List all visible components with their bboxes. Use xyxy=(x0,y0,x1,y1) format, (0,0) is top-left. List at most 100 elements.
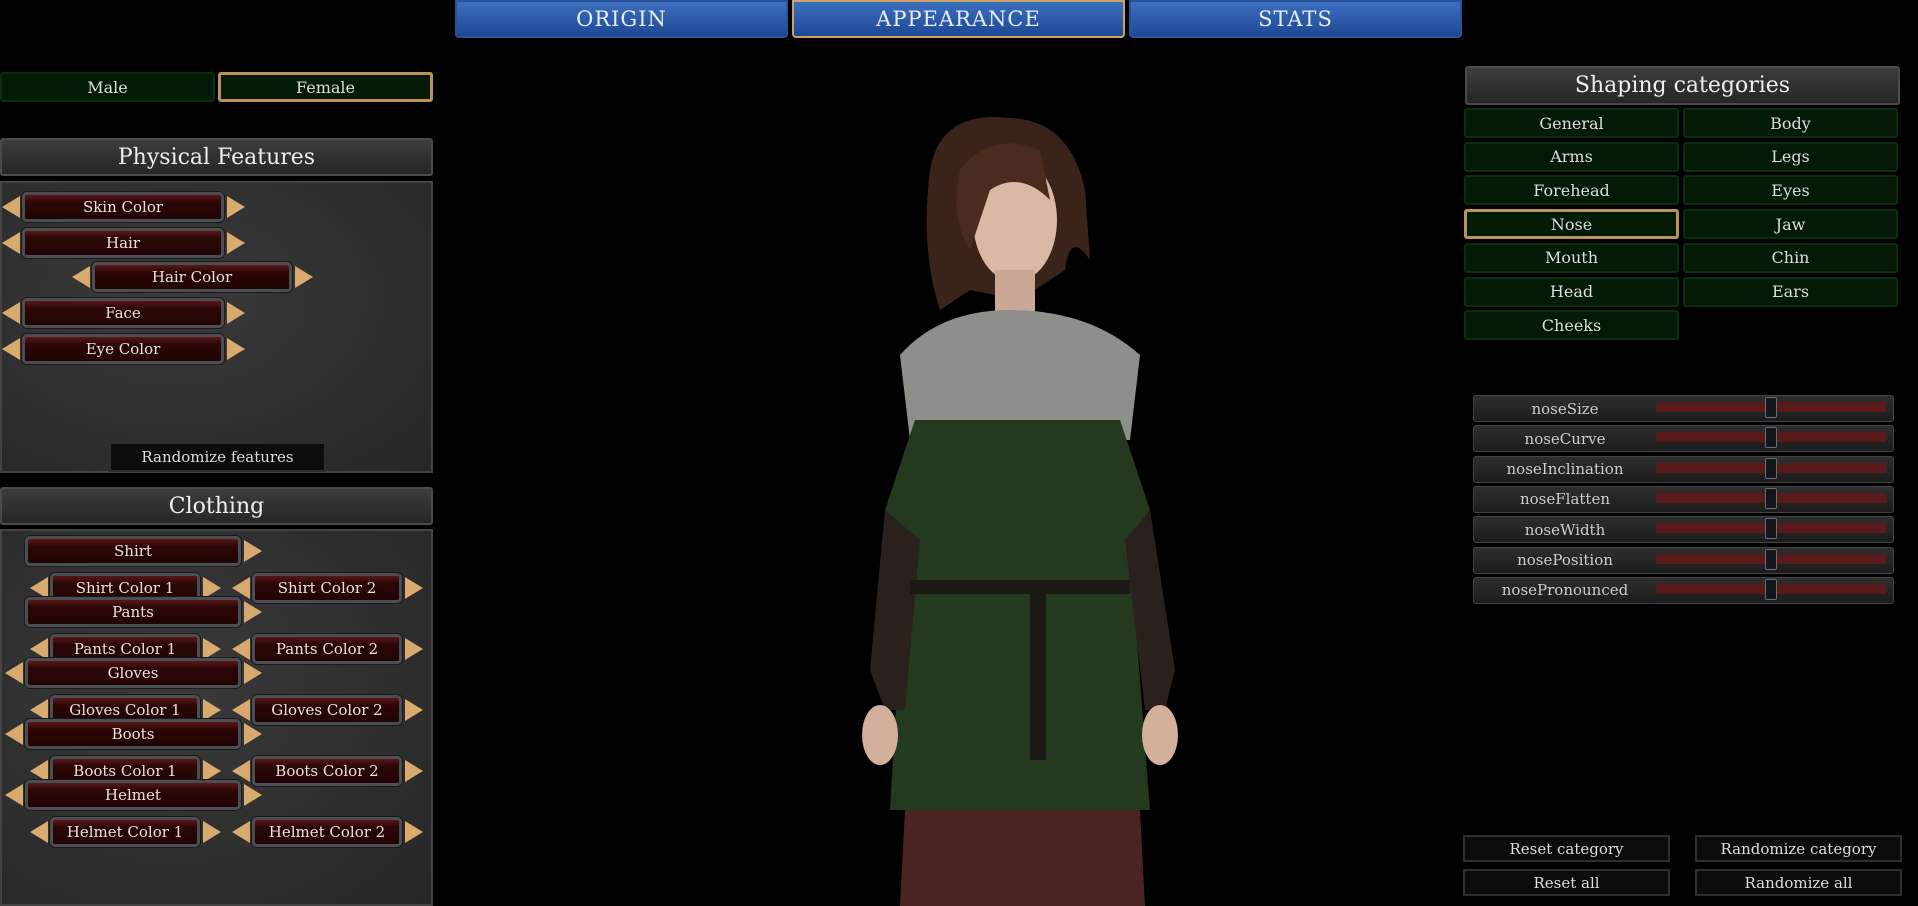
gloves-color-2-button[interactable]: Gloves Color 2 xyxy=(252,695,402,725)
pants-next-arrow-icon[interactable] xyxy=(244,601,262,623)
face-button[interactable]: Face xyxy=(22,298,224,328)
randomize-category-label: Randomize category xyxy=(1720,839,1877,858)
category-general[interactable]: General xyxy=(1464,108,1679,138)
slider-track[interactable] xyxy=(1656,578,1886,600)
slider-thumb[interactable] xyxy=(1765,548,1777,570)
pants-color-1-prev-arrow-icon[interactable] xyxy=(30,638,48,660)
shirt-color-1-prev-arrow-icon[interactable] xyxy=(30,577,48,599)
eye-color-prev-arrow-icon[interactable] xyxy=(2,338,20,360)
gloves-prev-arrow-icon[interactable] xyxy=(5,662,23,684)
boots-color-2-next-arrow-icon[interactable] xyxy=(405,760,423,782)
category-ears[interactable]: Ears xyxy=(1683,276,1898,307)
shirt-next-arrow-icon[interactable] xyxy=(244,540,262,562)
slider-thumb[interactable] xyxy=(1765,457,1777,479)
tab-appearance[interactable]: APPEARANCE xyxy=(792,0,1125,38)
reset-all-button[interactable]: Reset all xyxy=(1463,869,1670,896)
slider-track[interactable] xyxy=(1656,548,1886,570)
helmet-next-arrow-icon[interactable] xyxy=(244,784,262,806)
shirt-color-2-button[interactable]: Shirt Color 2 xyxy=(252,573,402,603)
gender-female-button[interactable]: Female xyxy=(218,72,433,102)
category-chin[interactable]: Chin xyxy=(1683,242,1898,273)
helmet-color-2-button[interactable]: Helmet Color 2 xyxy=(252,817,402,847)
helmet-prev-arrow-icon[interactable] xyxy=(5,784,23,806)
category-arms[interactable]: Arms xyxy=(1464,141,1679,172)
helmet-color-2-next-arrow-icon[interactable] xyxy=(405,821,423,843)
skin-color-button[interactable]: Skin Color xyxy=(22,192,224,222)
boots-color-2-button[interactable]: Boots Color 2 xyxy=(252,756,402,786)
slider-track[interactable] xyxy=(1656,397,1886,418)
boots-button[interactable]: Boots xyxy=(25,719,241,749)
helmet-color-1-button[interactable]: Helmet Color 1 xyxy=(50,817,200,847)
shaping-categories-header: Shaping categories xyxy=(1465,66,1900,105)
slider-thumb[interactable] xyxy=(1765,487,1777,509)
pants-color-1-next-arrow-icon[interactable] xyxy=(203,638,221,660)
gloves-color-1-next-arrow-icon[interactable] xyxy=(203,699,221,721)
category-legs[interactable]: Legs xyxy=(1683,141,1898,172)
hair-color-prev-arrow-icon[interactable] xyxy=(72,266,90,288)
helmet-color-1-next-arrow-icon[interactable] xyxy=(203,821,221,843)
boots-color-1-next-arrow-icon[interactable] xyxy=(203,760,221,782)
boots-prev-arrow-icon[interactable] xyxy=(5,723,23,745)
male-label: Male xyxy=(87,77,128,97)
gloves-next-arrow-icon[interactable] xyxy=(244,662,262,684)
category-body[interactable]: Body xyxy=(1683,108,1898,138)
eye-color-button[interactable]: Eye Color xyxy=(22,334,224,364)
tab-origin[interactable]: ORIGIN xyxy=(455,0,788,38)
gloves-color-2-next-arrow-icon[interactable] xyxy=(405,699,423,721)
randomize-all-button[interactable]: Randomize all xyxy=(1695,869,1902,896)
slider-track[interactable] xyxy=(1656,487,1886,509)
shirt-color-2-prev-arrow-icon[interactable] xyxy=(232,577,250,599)
randomize-category-button[interactable]: Randomize category xyxy=(1695,835,1902,862)
gloves-button[interactable]: Gloves xyxy=(25,658,241,688)
gloves-color-1-button-label: Gloves Color 1 xyxy=(69,701,181,719)
boots-button-label: Boots xyxy=(111,725,155,743)
category-cheeks[interactable]: Cheeks xyxy=(1464,310,1679,341)
face-next-arrow-icon[interactable] xyxy=(227,302,245,324)
category-head[interactable]: Head xyxy=(1464,276,1679,307)
hair-color-next-arrow-icon[interactable] xyxy=(295,266,313,288)
helmet-color-1-prev-arrow-icon[interactable] xyxy=(30,821,48,843)
character-preview[interactable] xyxy=(820,110,1220,906)
category-nose[interactable]: Nose xyxy=(1464,209,1679,240)
slider-thumb[interactable] xyxy=(1765,578,1777,600)
category-forehead[interactable]: Forehead xyxy=(1464,175,1679,206)
hair-button[interactable]: Hair xyxy=(22,228,224,258)
pants-color-2-prev-arrow-icon[interactable] xyxy=(232,638,250,660)
slider-track[interactable] xyxy=(1656,518,1886,540)
shirt-button[interactable]: Shirt xyxy=(25,536,241,566)
pants-color-2-next-arrow-icon[interactable] xyxy=(405,638,423,660)
boots-color-2-prev-arrow-icon[interactable] xyxy=(232,760,250,782)
hair-button-label: Hair xyxy=(106,234,140,252)
hair-next-arrow-icon[interactable] xyxy=(227,232,245,254)
reset-category-button[interactable]: Reset category xyxy=(1463,835,1670,862)
shirt-color-2-next-arrow-icon[interactable] xyxy=(405,577,423,599)
skin-color-prev-arrow-icon[interactable] xyxy=(2,196,20,218)
slider-thumb[interactable] xyxy=(1765,427,1777,449)
shirt-color-1-next-arrow-icon[interactable] xyxy=(203,577,221,599)
gender-male-button[interactable]: Male xyxy=(0,72,215,102)
slider-track[interactable] xyxy=(1656,457,1886,479)
hair-prev-arrow-icon[interactable] xyxy=(2,232,20,254)
gloves-color-2-prev-arrow-icon[interactable] xyxy=(232,699,250,721)
helmet-color-2-prev-arrow-icon[interactable] xyxy=(232,821,250,843)
skin-color-next-arrow-icon[interactable] xyxy=(227,196,245,218)
category-cheeks-label: Cheeks xyxy=(1541,315,1602,335)
slider-label: noseFlatten xyxy=(1519,490,1610,509)
hair-color-button[interactable]: Hair Color xyxy=(92,262,292,292)
gloves-color-1-prev-arrow-icon[interactable] xyxy=(30,699,48,721)
pants-button[interactable]: Pants xyxy=(25,597,241,627)
slider-thumb[interactable] xyxy=(1765,518,1777,540)
randomize-features-button[interactable]: Randomize features xyxy=(109,442,326,472)
helmet-button[interactable]: Helmet xyxy=(25,780,241,810)
boots-next-arrow-icon[interactable] xyxy=(244,723,262,745)
category-jaw[interactable]: Jaw xyxy=(1683,209,1898,240)
slider-thumb[interactable] xyxy=(1765,397,1777,418)
category-eyes[interactable]: Eyes xyxy=(1683,175,1898,206)
slider-track[interactable] xyxy=(1656,427,1886,449)
pants-color-2-button[interactable]: Pants Color 2 xyxy=(252,634,402,664)
boots-color-1-prev-arrow-icon[interactable] xyxy=(30,760,48,782)
eye-color-next-arrow-icon[interactable] xyxy=(227,338,245,360)
tab-stats[interactable]: STATS xyxy=(1129,0,1462,38)
category-mouth[interactable]: Mouth xyxy=(1464,242,1679,273)
face-prev-arrow-icon[interactable] xyxy=(2,302,20,324)
